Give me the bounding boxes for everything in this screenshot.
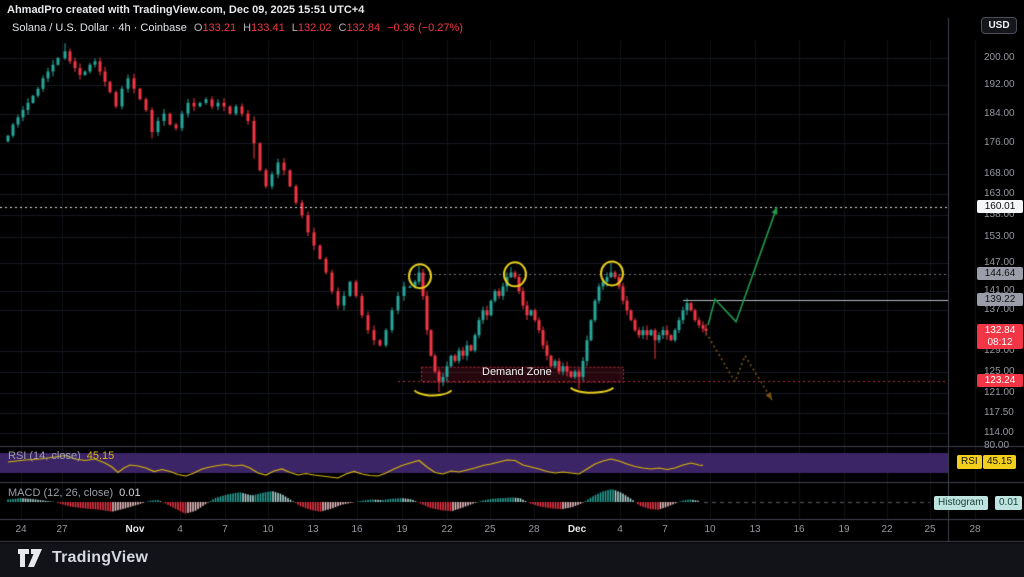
price-tick-label: 168.00 [984, 168, 1024, 180]
ohlc-values: O133.21H133.41L132.02C132.84−0.36 (−0.27… [187, 22, 463, 34]
time-tick-label: 19 [387, 524, 417, 535]
demand-zone-label[interactable]: Demand Zone [482, 366, 552, 378]
price-tick-label: 163.00 [984, 188, 1024, 200]
price-tick-label: 117.50 [984, 407, 1024, 419]
price-line-label-144.64[interactable]: 144.64 [977, 267, 1023, 280]
time-tick-label: 16 [784, 524, 814, 535]
attribution-text: AhmadPro created with TradingView.com, D… [7, 4, 364, 16]
price-line-label-139.22[interactable]: 139.22 [977, 293, 1023, 306]
price-change: −0.36 (−0.27%) [387, 22, 463, 34]
price-tick-label: 153.00 [984, 231, 1024, 243]
time-tick-label: 4 [165, 524, 195, 535]
currency-toggle-usd[interactable]: USD [981, 17, 1017, 34]
rsi-legend[interactable]: RSI (14, close) 45.15 [8, 450, 114, 462]
time-tick-label: 22 [872, 524, 902, 535]
rsi-scale-label: 80.00 [984, 440, 1009, 451]
tradingview-logo-icon [18, 549, 44, 567]
macd-legend[interactable]: MACD (12, 26, close) 0.01 [8, 487, 141, 499]
time-tick-label: 25 [475, 524, 505, 535]
time-tick-label: 10 [253, 524, 283, 535]
time-tick-label: 28 [519, 524, 549, 535]
time-tick-label: Nov [120, 524, 150, 535]
price-line-label-132.84[interactable]: 132.8408:12 [977, 324, 1023, 349]
time-tick-label: Dec [562, 524, 592, 535]
time-tick-label: 13 [740, 524, 770, 535]
price-line-label-160.01[interactable]: 160.01 [977, 200, 1023, 213]
histogram-badge: Histogram [934, 496, 988, 510]
time-tick-label: 4 [605, 524, 635, 535]
price-tick-label: 184.00 [984, 108, 1024, 120]
ohlc-value: 132.84 [346, 22, 380, 34]
time-tick-label: 7 [650, 524, 680, 535]
footer-branding[interactable]: TradingView [18, 549, 148, 567]
time-tick-label: 27 [47, 524, 77, 535]
price-tick-label: 176.00 [984, 137, 1024, 149]
price-tick-label: 137.00 [984, 304, 1024, 316]
symbol-title[interactable]: Solana / U.S. Dollar · 4h · Coinbase [12, 22, 187, 34]
attribution-bar: AhmadPro created with TradingView.com, D… [7, 4, 364, 16]
symbol-info-bar: Solana / U.S. Dollar · 4h · CoinbaseO133… [12, 22, 463, 34]
macd-legend-title: MACD (12, 26, close) [8, 487, 113, 499]
price-tick-label: 121.00 [984, 387, 1024, 399]
ohlc-value: 133.41 [251, 22, 285, 34]
tradingview-logo-text: TradingView [52, 549, 148, 567]
price-line-label-123.24[interactable]: 123.24 [977, 374, 1023, 387]
time-tick-label: 16 [342, 524, 372, 535]
histogram-value-badge: 0.01 [995, 496, 1022, 510]
time-tick-label: 28 [960, 524, 990, 535]
price-tick-label: 192.00 [984, 79, 1024, 91]
countdown-timer: 08:12 [977, 337, 1023, 349]
price-tick-label: 200.00 [984, 52, 1024, 64]
ohlc-value: 132.02 [298, 22, 332, 34]
rsi-badge: RSI [957, 455, 982, 469]
time-tick-label: 25 [915, 524, 945, 535]
price-tick-label: 114.00 [984, 427, 1024, 439]
chart-canvas[interactable] [0, 0, 1024, 577]
macd-legend-value: 0.01 [119, 487, 140, 499]
time-tick-label: 22 [432, 524, 462, 535]
time-tick-label: 10 [695, 524, 725, 535]
ohlc-value: 133.21 [202, 22, 236, 34]
rsi-legend-value: 45.15 [87, 450, 115, 462]
tradingview-window: AhmadPro created with TradingView.com, D… [0, 0, 1024, 577]
time-tick-label: 24 [6, 524, 36, 535]
rsi-legend-title: RSI (14, close) [8, 450, 81, 462]
time-tick-label: 13 [298, 524, 328, 535]
time-tick-label: 7 [210, 524, 240, 535]
time-tick-label: 19 [829, 524, 859, 535]
rsi-value-badge: 45.15 [983, 455, 1016, 469]
ohlc-key: H [243, 22, 251, 34]
